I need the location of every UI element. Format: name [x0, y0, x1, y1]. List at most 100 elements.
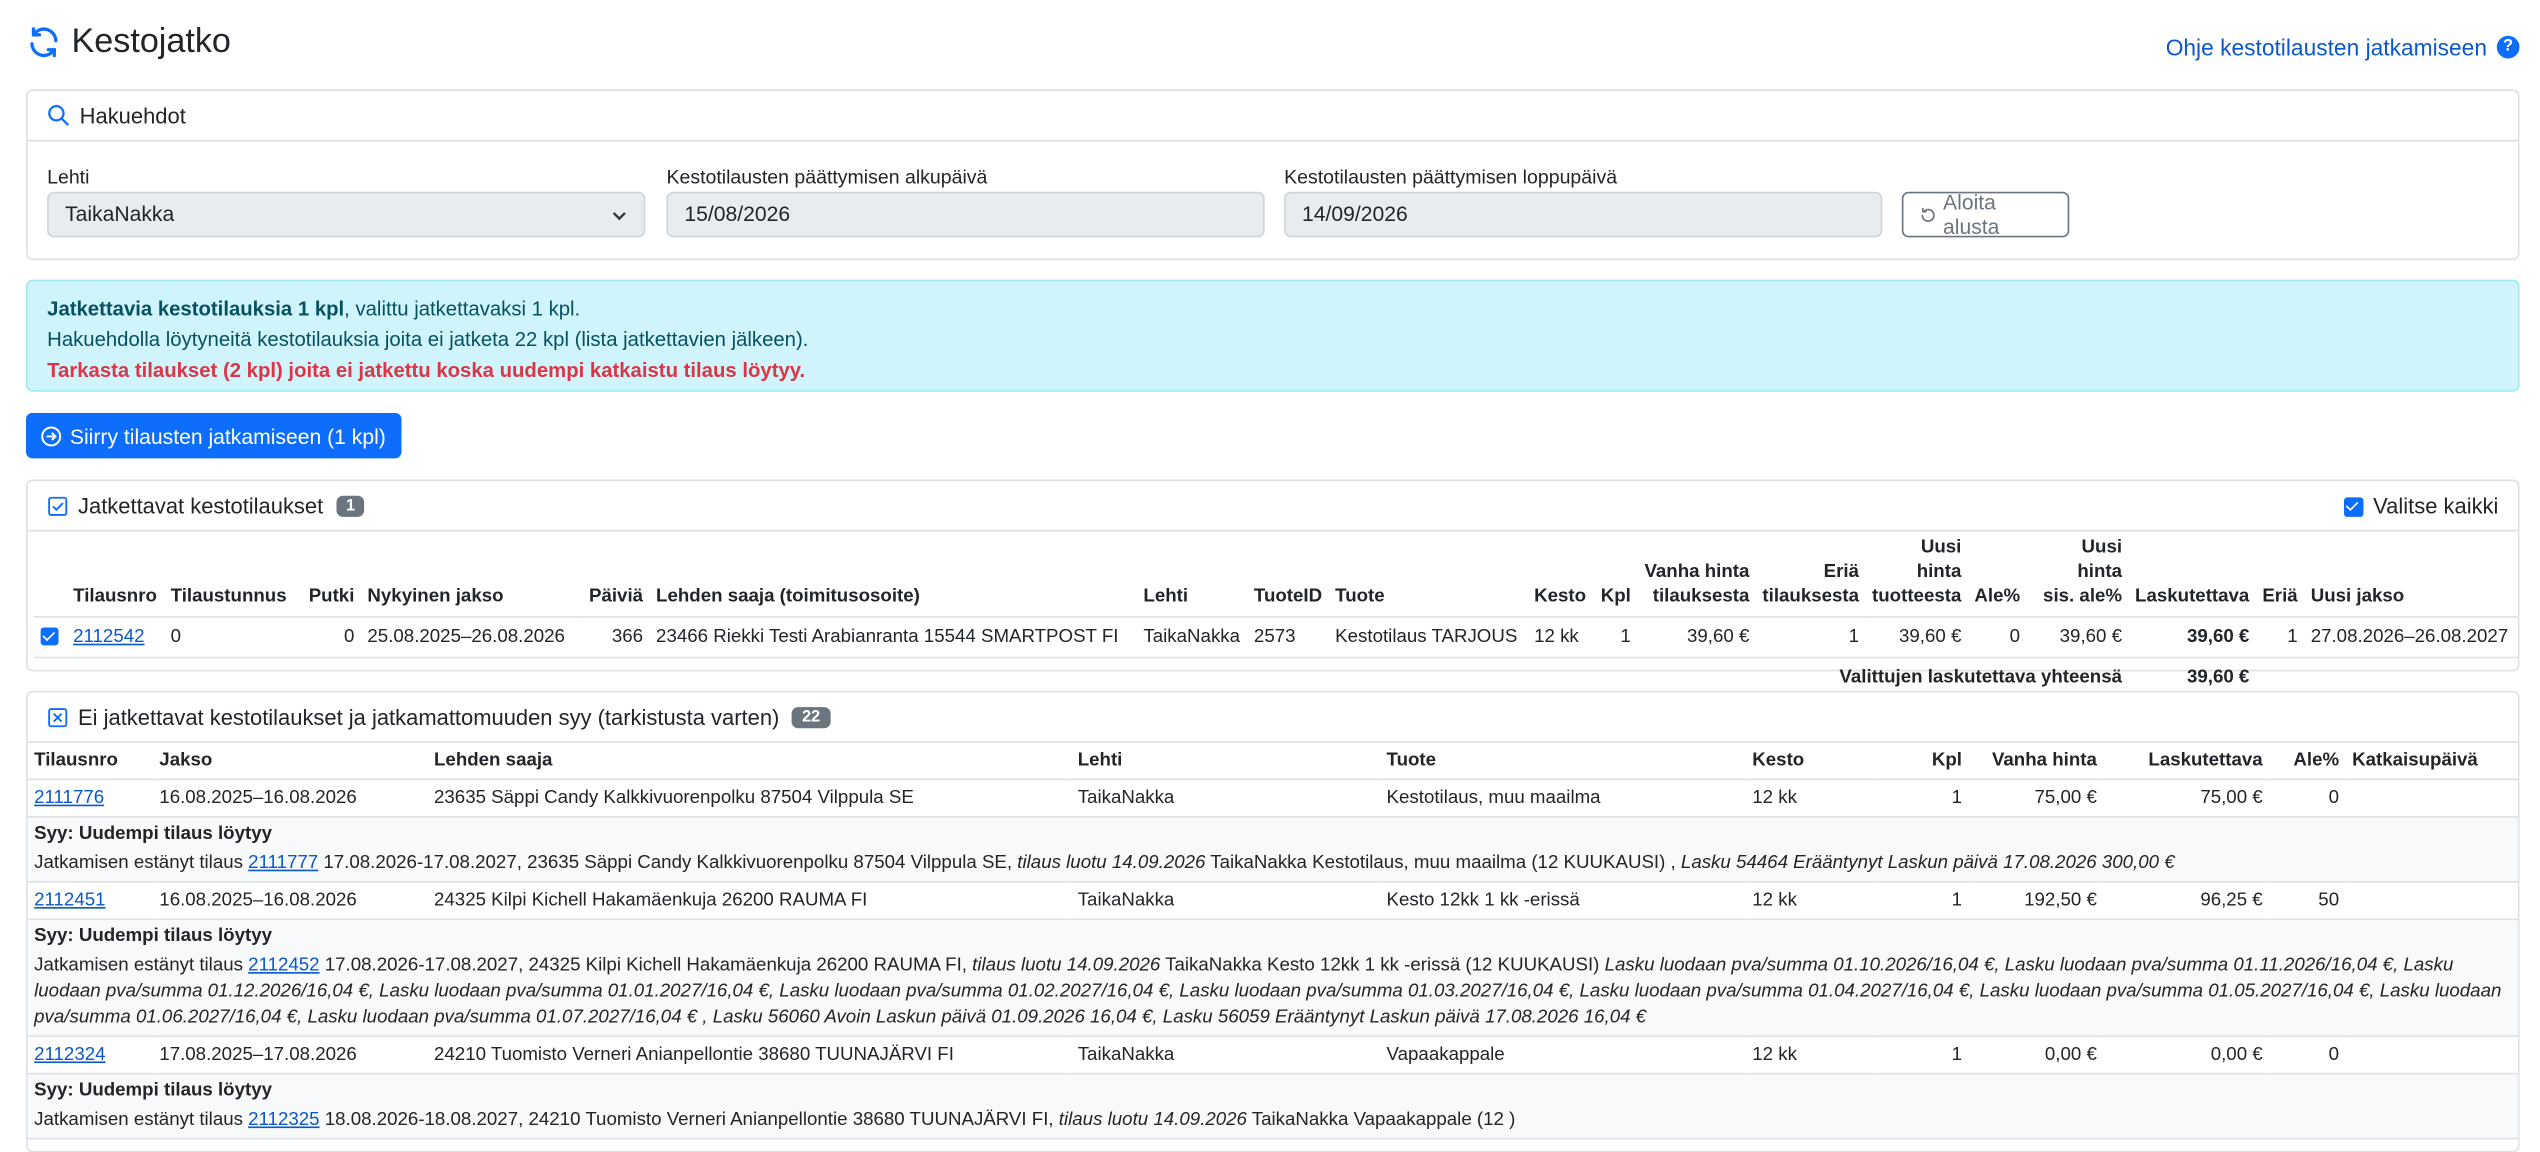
check-square-icon [48, 496, 68, 516]
not-continuing-count-badge: 22 [792, 706, 830, 728]
select-all-checkbox[interactable] [2343, 496, 2364, 517]
blocking-order-link[interactable]: 2112452 [248, 956, 319, 976]
row-jakso: 25.08.2025–26.08.2026 [360, 616, 583, 658]
not-continuing-table-header: Tilausnro Jakso Lehden saaja Lehti Tuote… [27, 742, 2518, 781]
row2-katkaisupaiva [2345, 1036, 2518, 1075]
row-kpl: 1 [1594, 616, 1638, 658]
row2-laskutettava: 0,00 € [2103, 1036, 2270, 1075]
reason-created: tilaus luotu 14.09.2026 [1058, 1110, 1247, 1130]
col-uusi-hinta-ale-2: sis. ale% [2043, 586, 2123, 607]
reason-prefix: Jatkamisen estänyt tilaus [34, 1110, 249, 1130]
order-link[interactable]: 2112451 [34, 891, 105, 911]
row2-lehti: TaikaNakka [1071, 1036, 1381, 1075]
reason-title: Syy: Uudempi tilaus löytyy [34, 926, 273, 947]
reason-title: Syy: Uudempi tilaus löytyy [34, 1080, 273, 1101]
reset-button[interactable]: Aloita alusta [1901, 190, 2070, 239]
reason-row: Syy: Uudempi tilaus löytyy Jatkamisen es… [27, 1073, 2518, 1140]
start-date-field[interactable]: 15/08/2026 [666, 191, 1265, 238]
row2-laskutettava: 96,25 € [2103, 881, 2270, 921]
row2-tuote: Vapaakappale [1380, 1036, 1746, 1075]
reason-text: Jatkamisen estänyt tilaus 2112325 18.08.… [34, 1107, 2511, 1133]
reason-created: tilaus luotu 14.09.2026 [1017, 853, 1206, 873]
col-eria2: Eriä [2262, 586, 2298, 607]
order-link[interactable]: 2111776 [34, 788, 104, 808]
alert-warning: Tarkasta tilaukset (2 kpl) joita ei jatk… [47, 359, 806, 382]
col-uusi-hinta-ale-1: Uusi hinta [2077, 538, 2123, 582]
row-uusi-hinta: 39,60 € [1865, 616, 1968, 658]
col-paivia: Päiviä [588, 586, 644, 607]
row-lehti: TaikaNakka [1136, 616, 1248, 658]
col-kpl: Kpl [1600, 586, 1631, 607]
row2-kesto: 12 kk [1745, 1036, 1876, 1075]
not-continuing-card-header: Ei jatkettavat kestotilaukset ja jatkama… [27, 692, 2518, 743]
continuing-card-header: Jatkettavat kestotilaukset 1 Valitse kai… [27, 481, 2518, 532]
row2-saaja: 23635 Säppi Candy Kalkkivuorenpolku 8750… [427, 779, 1072, 818]
blocking-order-link[interactable]: 2111777 [248, 853, 318, 873]
col-vanha-hinta-2: tilauksesta [1652, 586, 1750, 607]
row2-katkaisupaiva [2345, 881, 2518, 921]
row2-tilausnro[interactable]: 2111776 [27, 779, 153, 818]
col-uusi-jakso: Uusi jakso [2310, 586, 2405, 607]
row2-saaja: 24210 Tuomisto Verneri Anianpellontie 38… [427, 1036, 1072, 1075]
row2-vanha-hinta: 75,00 € [1968, 779, 2104, 818]
row2-ale: 50 [2269, 881, 2346, 921]
col2-kpl: Kpl [1875, 742, 1969, 781]
search-icon [48, 105, 69, 126]
order-link[interactable]: 2112324 [34, 1045, 105, 1065]
col-putki: Putki [308, 586, 355, 607]
row2-tilausnro[interactable]: 2112324 [27, 1036, 153, 1075]
continuing-card: Jatkettavat kestotilaukset 1 Valitse kai… [26, 479, 2520, 698]
row-eria2: 1 [2255, 616, 2305, 658]
row2-tuote: Kesto 12kk 1 kk -erissä [1380, 881, 1746, 921]
not-continuing-title: Ei jatkettavat kestotilaukset ja jatkama… [78, 704, 780, 730]
col2-jakso: Jakso [152, 742, 428, 781]
row-uusi-hinta-ale: 39,60 € [2026, 616, 2129, 658]
help-link-text[interactable]: Ohje kestotilausten jatkamiseen [2166, 34, 2487, 60]
row-uusi-jakso: 27.08.2026–26.08.2027 [2304, 616, 2518, 658]
lehti-select[interactable]: TaikaNakka [47, 191, 646, 238]
row-select[interactable] [34, 616, 67, 658]
col2-ale: Ale% [2269, 742, 2346, 781]
not-continuing-card: Ei jatkettavat kestotilaukset ja jatkama… [26, 690, 2520, 1152]
row-checkbox[interactable] [40, 628, 59, 647]
col-eria-2: tilauksesta [1762, 586, 1860, 607]
row2-vanha-hinta: 0,00 € [1968, 1036, 2104, 1075]
row2-ale: 0 [2269, 1036, 2346, 1075]
refresh-icon [30, 27, 58, 58]
row2-kpl: 1 [1875, 779, 1969, 818]
col2-lehti: Lehti [1071, 742, 1381, 781]
page-title-text: Kestojatko [71, 22, 231, 61]
reason-text: Jatkamisen estänyt tilaus 2112452 17.08.… [34, 953, 2511, 1031]
page-title: Kestojatko [26, 23, 231, 62]
continue-button[interactable]: Siirry tilausten jatkamiseen (1 kpl) [26, 412, 403, 459]
col-kesto: Kesto [1534, 586, 1587, 607]
order-link[interactable]: 2112542 [73, 627, 144, 647]
row2-lehti: TaikaNakka [1071, 779, 1381, 818]
blocking-order-link[interactable]: 2112325 [248, 1110, 319, 1130]
reason-mid2: TaikaNakka Vapaakappale (12 ) [1246, 1110, 1516, 1130]
row2-lehti: TaikaNakka [1071, 881, 1381, 921]
col2-kesto: Kesto [1745, 742, 1876, 781]
row-saaja: 23466 Riekki Testi Arabianranta 15544 SM… [649, 616, 1137, 658]
row-vanha-hinta: 39,60 € [1637, 616, 1756, 658]
continuing-table-header: Tilausnro Tilaustunnus Putki Nykyinen ja… [34, 536, 2518, 616]
reason-mid: 17.08.2026-17.08.2027, 23635 Säppi Candy… [318, 853, 1018, 873]
reason-title: Syy: Uudempi tilaus löytyy [34, 824, 273, 844]
lehti-label: Lehti [47, 165, 90, 189]
help-link[interactable]: Ohje kestotilausten jatkamiseen ? [2166, 34, 2520, 60]
end-date-label: Kestotilausten päättymisen loppupäivä [1284, 165, 1618, 189]
select-all-toggle[interactable]: Valitse kaikki [2343, 494, 2498, 519]
col-laskutettava: Laskutettava [2135, 586, 2250, 607]
col-vanha-hinta: Vanha hinta tilauksesta [1637, 536, 1756, 616]
help-icon[interactable]: ? [2496, 35, 2520, 59]
col2-tilausnro: Tilausnro [27, 742, 153, 781]
end-date-field[interactable]: 14/09/2026 [1284, 191, 1883, 238]
search-card-title: Hakuehdot [79, 103, 186, 128]
reason-mid2: TaikaNakka Kesto 12kk 1 kk -erissä (12 K… [1160, 955, 1605, 976]
col-tuoteid: TuoteID [1253, 586, 1323, 607]
row2-kpl: 1 [1875, 881, 1969, 921]
row-tilausnro[interactable]: 2112542 [66, 616, 165, 658]
row2-tilausnro[interactable]: 2112451 [27, 881, 153, 921]
row2-jakso: 17.08.2025–17.08.2026 [152, 1036, 428, 1075]
col-uusi-hinta-ale: Uusi hinta sis. ale% [2027, 536, 2129, 616]
